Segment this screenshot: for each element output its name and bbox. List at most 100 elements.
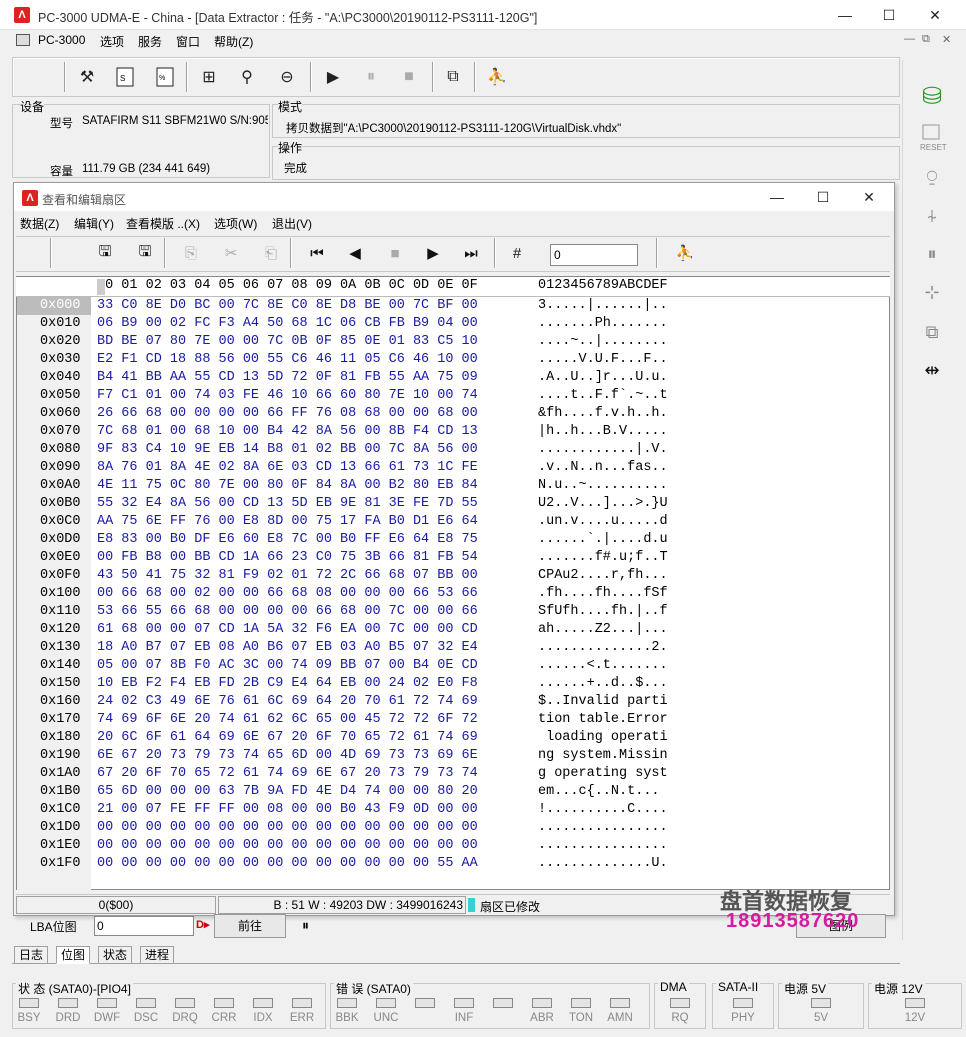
- mdi-restore-icon[interactable]: ⧉: [922, 33, 930, 46]
- child-menu-template[interactable]: 查看模版 ..(X): [126, 215, 200, 232]
- child-menu-options[interactable]: 选项(W): [214, 215, 257, 232]
- lba-pause-icon[interactable]: ⏸: [302, 917, 309, 934]
- binoculars-icon[interactable]: ⚲: [234, 64, 260, 90]
- pause-icon[interactable]: ⏸: [358, 64, 384, 90]
- row-bytes[interactable]: F7 C1 01 00 74 03 FE 46 10 66 60 80 7E 1…: [97, 387, 478, 405]
- row-ascii[interactable]: SfUfh....fh.|..f: [538, 603, 668, 621]
- row-ascii[interactable]: ................: [538, 819, 668, 837]
- last-sector-icon[interactable]: ⏭: [458, 240, 484, 266]
- row-bytes[interactable]: 33 C0 8E D0 BC 00 7C 8E C0 8E D8 BE 00 7…: [97, 297, 478, 315]
- row-ascii[interactable]: 3.....|......|..: [538, 297, 668, 315]
- system-menu-icon[interactable]: [16, 34, 30, 46]
- row-bytes[interactable]: 21 00 07 FE FF FF 00 08 00 00 B0 43 F9 0…: [97, 801, 478, 819]
- row-bytes[interactable]: 74 69 6F 6E 20 74 61 62 6C 65 00 45 72 7…: [97, 711, 478, 729]
- row-ascii[interactable]: ......`.|....d.u: [538, 531, 668, 549]
- row-bytes[interactable]: 10 EB F2 F4 EB FD 2B C9 E4 64 EB 00 24 0…: [97, 675, 478, 693]
- child-menu-exit[interactable]: 退出(V): [272, 215, 312, 232]
- lba-input[interactable]: [94, 916, 194, 936]
- row-bytes[interactable]: 00 66 68 00 02 00 00 66 68 08 00 00 00 6…: [97, 585, 478, 603]
- row-bytes[interactable]: B4 41 BB AA 55 CD 13 5D 72 0F 81 FB 55 A…: [97, 369, 478, 387]
- row-ascii[interactable]: N.u..~..........: [538, 477, 668, 495]
- menu-help[interactable]: 帮助(Z): [214, 33, 253, 50]
- row-bytes[interactable]: 8A 76 01 8A 4E 02 8A 6E 03 CD 13 66 61 7…: [97, 459, 478, 477]
- exit-icon[interactable]: ⛹: [484, 64, 510, 90]
- menu-window[interactable]: 窗口: [176, 33, 200, 50]
- prev-sector-icon[interactable]: ◀: [342, 240, 368, 266]
- windows-icon[interactable]: ⧉: [440, 64, 466, 90]
- row-bytes[interactable]: 7C 68 01 00 68 10 00 B4 42 8A 56 00 8B F…: [97, 423, 478, 441]
- row-ascii[interactable]: .A..U..]r...U.u.: [538, 369, 668, 387]
- tab-bitmap[interactable]: 位图: [56, 946, 91, 964]
- connector-icon[interactable]: ⇹: [914, 352, 950, 388]
- row-ascii[interactable]: ......<.t.......: [538, 657, 668, 675]
- row-bytes[interactable]: 20 6C 6F 61 64 69 6E 67 20 6F 70 65 72 6…: [97, 729, 478, 747]
- row-ascii[interactable]: ..............2.: [538, 639, 668, 657]
- row-bytes[interactable]: 26 66 68 00 00 00 00 66 FF 76 08 68 00 0…: [97, 405, 478, 423]
- row-bytes[interactable]: 53 66 55 66 68 00 00 00 00 66 68 00 7C 0…: [97, 603, 478, 621]
- row-bytes[interactable]: 18 A0 B7 07 EB 08 A0 B6 07 EB 03 A0 B5 0…: [97, 639, 478, 657]
- copy-icon[interactable]: ⧉: [914, 314, 950, 350]
- row-ascii[interactable]: .......Ph.......: [538, 315, 668, 333]
- voltage-icon[interactable]: ⍜: [914, 158, 950, 194]
- row-bytes[interactable]: 00 00 00 00 00 00 00 00 00 00 00 00 00 0…: [97, 855, 478, 873]
- row-bytes[interactable]: 43 50 41 75 32 81 F9 02 01 72 2C 66 68 0…: [97, 567, 478, 585]
- child-minimize-icon[interactable]: —: [766, 186, 788, 208]
- row-bytes[interactable]: 4E 11 75 0C 80 7E 00 80 0F 84 8A 00 B2 8…: [97, 477, 478, 495]
- row-ascii[interactable]: ng system.Missin: [538, 747, 668, 765]
- row-ascii[interactable]: $..Invalid parti: [538, 693, 668, 711]
- row-ascii[interactable]: .v..N..n...fas..: [538, 459, 668, 477]
- database-icon[interactable]: ⛁: [914, 78, 950, 114]
- mdi-close-icon[interactable]: ✕: [942, 33, 951, 46]
- row-bytes[interactable]: 00 00 00 00 00 00 00 00 00 00 00 00 00 0…: [97, 837, 478, 855]
- paste-icon[interactable]: ⎗: [258, 240, 284, 266]
- menu-options[interactable]: 选项: [100, 33, 124, 50]
- row-ascii[interactable]: ....~..|........: [538, 333, 668, 351]
- row-bytes[interactable]: 06 B9 00 02 FC F3 A4 50 68 1C 06 CB FB B…: [97, 315, 478, 333]
- row-bytes[interactable]: 24 02 C3 49 6E 76 61 6C 69 64 20 70 61 7…: [97, 693, 478, 711]
- row-ascii[interactable]: ....t..F.f`.~..t: [538, 387, 668, 405]
- row-bytes[interactable]: BD BE 07 80 7E 00 00 7C 0B 0F 85 0E 01 8…: [97, 333, 478, 351]
- reset-icon[interactable]: RESET: [914, 120, 950, 156]
- row-ascii[interactable]: g operating syst: [538, 765, 668, 783]
- pause-side-icon[interactable]: ⏸: [914, 236, 950, 272]
- row-ascii[interactable]: ah.....Z2...|...: [538, 621, 668, 639]
- tab-status[interactable]: 状态: [98, 946, 133, 964]
- row-ascii[interactable]: U2..V...]...>.}U: [538, 495, 668, 513]
- row-bytes[interactable]: 61 68 00 00 07 CD 1A 5A 32 F6 EA 00 7C 0…: [97, 621, 478, 639]
- row-ascii[interactable]: loading operati: [538, 729, 668, 747]
- row-bytes[interactable]: 6E 67 20 73 79 73 74 65 6D 00 4D 69 73 7…: [97, 747, 478, 765]
- row-ascii[interactable]: .fh....fh....fSf: [538, 585, 668, 603]
- mdi-minimize-icon[interactable]: —: [904, 33, 915, 45]
- stop-sector-icon[interactable]: ■: [382, 240, 408, 266]
- tools-icon[interactable]: ⚒: [74, 64, 100, 90]
- row-bytes[interactable]: 00 FB B8 00 BB CD 1A 66 23 C0 75 3B 66 8…: [97, 549, 478, 567]
- row-bytes[interactable]: AA 75 6E FF 76 00 E8 8D 00 75 17 FA B0 D…: [97, 513, 478, 531]
- play-icon[interactable]: ▶: [320, 64, 346, 90]
- row-bytes[interactable]: 05 00 07 8B F0 AC 3C 00 74 09 BB 07 00 B…: [97, 657, 478, 675]
- row-ascii[interactable]: ......+..d..$...: [538, 675, 668, 693]
- tree-icon[interactable]: ⊞: [196, 64, 222, 90]
- row-bytes[interactable]: E2 F1 CD 18 88 56 00 55 C6 46 11 05 C6 4…: [97, 351, 478, 369]
- goto-hash-icon[interactable]: #: [504, 240, 530, 266]
- child-exit-icon[interactable]: ⛹: [672, 240, 698, 266]
- script-icon[interactable]: S: [112, 64, 138, 90]
- network-icon[interactable]: ⊹: [914, 274, 950, 310]
- child-maximize-icon[interactable]: ☐: [812, 186, 834, 208]
- row-bytes[interactable]: 67 20 6F 70 65 72 61 74 69 6E 67 20 73 7…: [97, 765, 478, 783]
- tab-process[interactable]: 进程: [140, 946, 175, 964]
- disk-export-icon[interactable]: ⊖: [274, 64, 300, 90]
- tab-log[interactable]: 日志: [14, 946, 49, 964]
- row-ascii[interactable]: ..............U.: [538, 855, 668, 873]
- row-ascii[interactable]: &fh....f.v.h..h.: [538, 405, 668, 423]
- cut-icon[interactable]: ✂: [218, 240, 244, 266]
- next-sector-icon[interactable]: ▶: [420, 240, 446, 266]
- row-bytes[interactable]: 00 00 00 00 00 00 00 00 00 00 00 00 00 0…: [97, 819, 478, 837]
- row-ascii[interactable]: em...c{..N.t...: [538, 783, 668, 801]
- minimize-icon[interactable]: —: [834, 4, 856, 26]
- row-ascii[interactable]: !..........C....: [538, 801, 668, 819]
- row-bytes[interactable]: 65 6D 00 00 00 63 7B 9A FD 4E D4 74 00 0…: [97, 783, 478, 801]
- percent-icon[interactable]: %: [152, 64, 178, 90]
- row-ascii[interactable]: .......f#.u;f..T: [538, 549, 668, 567]
- row-bytes[interactable]: 55 32 E4 8A 56 00 CD 13 5D EB 9E 81 3E F…: [97, 495, 478, 513]
- child-menu-edit[interactable]: 编辑(Y): [74, 215, 114, 232]
